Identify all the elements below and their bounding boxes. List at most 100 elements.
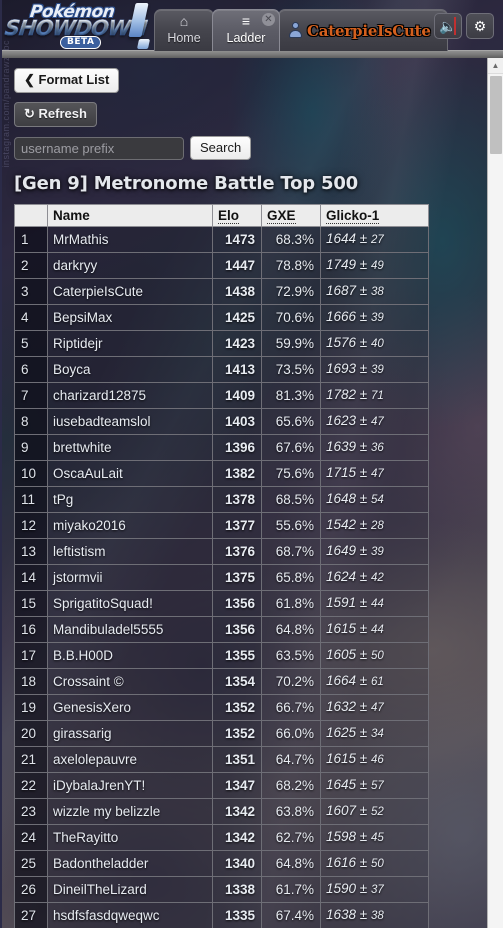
pokemon-showdown-logo[interactable]: Pokémon SHOWDOWN BETA bbox=[3, 1, 151, 51]
table-row[interactable]: 10 OscaAuLait 1382 75.6% 1715 ± 47 bbox=[14, 460, 429, 487]
table-row[interactable]: 12 miyako2016 1377 55.6% 1542 ± 28 bbox=[14, 512, 429, 539]
row-username[interactable]: leftistism bbox=[47, 538, 213, 565]
row-username[interactable]: Badontheladder bbox=[47, 850, 213, 877]
row-elo: 1396 bbox=[212, 434, 262, 461]
row-glicko: 1645 ± 57 bbox=[320, 772, 429, 799]
row-gxe: 59.9% bbox=[261, 330, 321, 357]
table-row[interactable]: 21 axelolepauvre 1351 64.7% 1615 ± 46 bbox=[14, 746, 429, 773]
row-elo: 1356 bbox=[212, 616, 262, 643]
table-row[interactable]: 22 iDybalaJrenYT! 1347 68.2% 1645 ± 57 bbox=[14, 772, 429, 799]
table-row[interactable]: 8 iusebadteamslol 1403 65.6% 1623 ± 47 bbox=[14, 408, 429, 435]
table-row[interactable]: 20 girassarig 1352 66.0% 1625 ± 34 bbox=[14, 720, 429, 747]
tab-user-profile[interactable]: CaterpieIsCute bbox=[278, 9, 448, 51]
row-username[interactable]: SprigatitoSquad! bbox=[47, 590, 213, 617]
row-username[interactable]: Boyca bbox=[47, 356, 213, 383]
table-row[interactable]: 18 Crossaint © 1354 70.2% 1664 ± 61 bbox=[14, 668, 429, 695]
row-username[interactable]: CaterpieIsCute bbox=[47, 278, 213, 305]
table-row[interactable]: 3 CaterpieIsCute 1438 72.9% 1687 ± 38 bbox=[14, 278, 429, 305]
row-username[interactable]: B.B.H00D bbox=[47, 642, 213, 669]
column-header-glicko[interactable]: Glicko-1 bbox=[320, 204, 429, 227]
row-rank: 3 bbox=[14, 278, 48, 305]
table-row[interactable]: 14 jstormvii 1375 65.8% 1624 ± 42 bbox=[14, 564, 429, 591]
row-username[interactable]: iDybalaJrenYT! bbox=[47, 772, 213, 799]
row-username[interactable]: Mandibuladel5555 bbox=[47, 616, 213, 643]
table-row[interactable]: 1 MrMathis 1473 68.3% 1644 ± 27 bbox=[14, 226, 429, 253]
row-username[interactable]: BepsiMax bbox=[47, 304, 213, 331]
row-glicko: 1649 ± 39 bbox=[320, 538, 429, 565]
row-glicko: 1664 ± 61 bbox=[320, 668, 429, 695]
glicko-rating: 1639 bbox=[326, 439, 357, 454]
row-username[interactable]: hsdfsfasdqweqwc bbox=[47, 902, 213, 928]
search-button[interactable]: Search bbox=[190, 136, 252, 160]
table-row[interactable]: 5 Riptidejr 1423 59.9% 1576 ± 40 bbox=[14, 330, 429, 357]
table-row[interactable]: 2 darkryy 1447 78.8% 1749 ± 49 bbox=[14, 252, 429, 279]
row-rank: 9 bbox=[14, 434, 48, 461]
row-username[interactable]: darkryy bbox=[47, 252, 213, 279]
row-rank: 6 bbox=[14, 356, 48, 383]
table-row[interactable]: 6 Boyca 1413 73.5% 1693 ± 39 bbox=[14, 356, 429, 383]
tab-home[interactable]: ⌂ Home bbox=[154, 9, 214, 51]
vertical-scrollbar[interactable]: ▲ bbox=[487, 58, 503, 928]
logo-slash-dot bbox=[136, 39, 151, 49]
row-gxe: 63.8% bbox=[261, 798, 321, 825]
row-username[interactable]: iusebadteamslol bbox=[47, 408, 213, 435]
column-header-elo[interactable]: Elo bbox=[212, 204, 262, 227]
table-row[interactable]: 16 Mandibuladel5555 1356 64.8% 1615 ± 44 bbox=[14, 616, 429, 643]
row-elo: 1356 bbox=[212, 590, 262, 617]
glicko-deviation: 44 bbox=[370, 624, 384, 636]
row-glicko: 1624 ± 42 bbox=[320, 564, 429, 591]
row-username[interactable]: jstormvii bbox=[47, 564, 213, 591]
refresh-button[interactable]: ↻ Refresh bbox=[14, 102, 97, 127]
row-gxe: 64.7% bbox=[261, 746, 321, 773]
row-username[interactable]: DineilTheLizard bbox=[47, 876, 213, 903]
row-rank: 20 bbox=[14, 720, 48, 747]
table-row[interactable]: 24 TheRayitto 1342 62.7% 1598 ± 45 bbox=[14, 824, 429, 851]
table-row[interactable]: 15 SprigatitoSquad! 1356 61.8% 1591 ± 44 bbox=[14, 590, 429, 617]
row-username[interactable]: MrMathis bbox=[47, 226, 213, 253]
row-username[interactable]: wizzle my belizzle bbox=[47, 798, 213, 825]
table-row[interactable]: 7 charizard12875 1409 81.3% 1782 ± 71 bbox=[14, 382, 429, 409]
column-header-gxe[interactable]: GXE bbox=[261, 204, 321, 227]
row-username[interactable]: OscaAuLait bbox=[47, 460, 213, 487]
table-row[interactable]: 11 tPg 1378 68.5% 1648 ± 54 bbox=[14, 486, 429, 513]
table-row[interactable]: 27 hsdfsfasdqweqwc 1335 67.4% 1638 ± 38 bbox=[14, 902, 429, 928]
scroll-up-arrow-icon[interactable]: ▲ bbox=[488, 58, 503, 74]
table-row[interactable]: 13 leftistism 1376 68.7% 1649 ± 39 bbox=[14, 538, 429, 565]
row-glicko: 1605 ± 50 bbox=[320, 642, 429, 669]
row-glicko: 1623 ± 47 bbox=[320, 408, 429, 435]
table-row[interactable]: 25 Badontheladder 1340 64.8% 1616 ± 50 bbox=[14, 850, 429, 877]
row-username[interactable]: miyako2016 bbox=[47, 512, 213, 539]
gear-icon[interactable]: ⚙ bbox=[466, 13, 494, 39]
row-glicko: 1542 ± 28 bbox=[320, 512, 429, 539]
row-username[interactable]: brettwhite bbox=[47, 434, 213, 461]
row-glicko: 1648 ± 54 bbox=[320, 486, 429, 513]
row-username[interactable]: tPg bbox=[47, 486, 213, 513]
row-username[interactable]: TheRayitto bbox=[47, 824, 213, 851]
table-row[interactable]: 17 B.B.H00D 1355 63.5% 1605 ± 50 bbox=[14, 642, 429, 669]
format-list-button[interactable]: ❮ Format List bbox=[14, 68, 120, 93]
row-username[interactable]: Riptidejr bbox=[47, 330, 213, 357]
glicko-deviation: 50 bbox=[370, 858, 384, 870]
row-rank: 14 bbox=[14, 564, 48, 591]
row-username[interactable]: GenesisXero bbox=[47, 694, 213, 721]
table-header-row: Name Elo GXE Glicko-1 bbox=[14, 204, 429, 227]
row-username[interactable]: charizard12875 bbox=[47, 382, 213, 409]
row-rank: 18 bbox=[14, 668, 48, 695]
table-row[interactable]: 9 brettwhite 1396 67.6% 1639 ± 36 bbox=[14, 434, 429, 461]
refresh-label: Refresh bbox=[38, 106, 87, 121]
close-icon[interactable]: ✕ bbox=[262, 13, 275, 26]
row-rank: 17 bbox=[14, 642, 48, 669]
sound-muted-icon[interactable]: 🔈 bbox=[434, 13, 462, 39]
table-row[interactable]: 19 GenesisXero 1352 66.7% 1632 ± 47 bbox=[14, 694, 429, 721]
row-elo: 1425 bbox=[212, 304, 262, 331]
glicko-deviation: 39 bbox=[370, 364, 384, 376]
scrollbar-thumb[interactable] bbox=[490, 76, 502, 154]
row-username[interactable]: Crossaint © bbox=[47, 668, 213, 695]
tab-ladder[interactable]: ≡ Ladder ✕ bbox=[212, 9, 280, 51]
row-username[interactable]: axelolepauvre bbox=[47, 746, 213, 773]
search-input[interactable] bbox=[14, 136, 184, 160]
table-row[interactable]: 23 wizzle my belizzle 1342 63.8% 1607 ± 52 bbox=[14, 798, 429, 825]
row-username[interactable]: girassarig bbox=[47, 720, 213, 747]
table-row[interactable]: 26 DineilTheLizard 1338 61.7% 1590 ± 37 bbox=[14, 876, 429, 903]
table-row[interactable]: 4 BepsiMax 1425 70.6% 1666 ± 39 bbox=[14, 304, 429, 331]
